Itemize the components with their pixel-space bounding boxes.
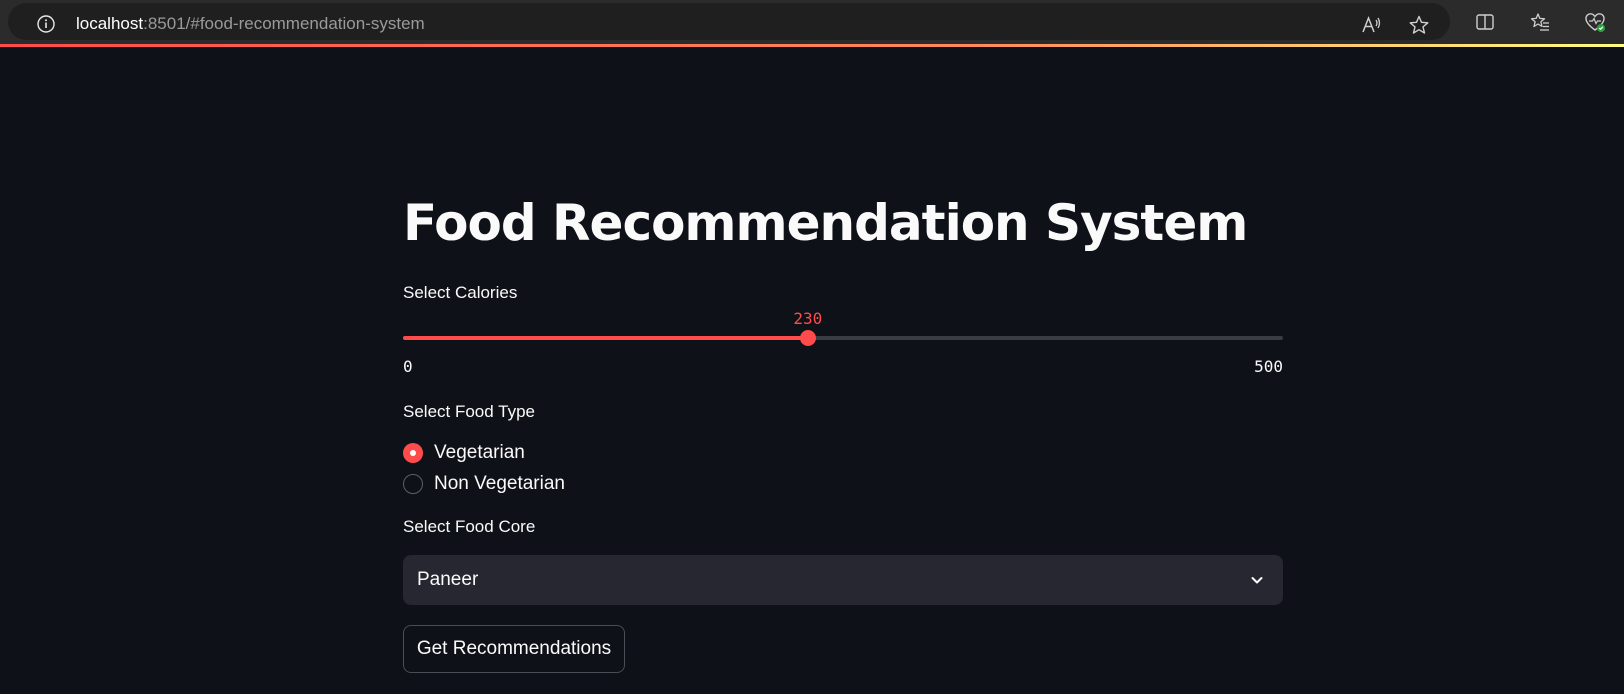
radio-label: Non Vegetarian (434, 473, 565, 494)
food-type-label: Select Food Type (403, 402, 535, 421)
food-core-select[interactable]: Paneer (403, 555, 1283, 605)
page-title: Food Recommendation System (403, 194, 1248, 252)
read-aloud-icon[interactable] (1360, 14, 1382, 36)
url-host: localhost (76, 14, 144, 33)
radio-option-vegetarian[interactable]: Vegetarian (403, 440, 525, 466)
favorites-icon[interactable] (1529, 11, 1551, 33)
browser-toolbar: localhost:8501/#food-recommendation-syst… (0, 0, 1624, 44)
get-recommendations-button[interactable]: Get Recommendations (403, 625, 625, 673)
radio-button[interactable] (403, 474, 423, 494)
browser-essentials-icon[interactable] (1584, 11, 1606, 33)
radio-option-non-vegetarian[interactable]: Non Vegetarian (403, 471, 565, 497)
slider-max-label: 500 (1254, 357, 1283, 376)
split-screen-icon[interactable] (1474, 11, 1496, 33)
favorite-star-icon[interactable] (1408, 14, 1430, 36)
url-path: :8501/#food-recommendation-system (143, 14, 425, 33)
select-value: Paneer (417, 569, 479, 590)
info-icon[interactable] (37, 15, 55, 33)
radio-label: Vegetarian (434, 442, 525, 463)
address-bar[interactable]: localhost:8501/#food-recommendation-syst… (8, 3, 1450, 40)
food-core-label: Select Food Core (403, 517, 536, 536)
header-decoration (0, 44, 1624, 47)
url-text[interactable]: localhost:8501/#food-recommendation-syst… (76, 14, 425, 34)
radio-button[interactable] (403, 443, 423, 463)
chevron-down-icon[interactable] (1249, 572, 1265, 588)
slider-value: 230 (793, 309, 823, 328)
calories-slider[interactable] (403, 330, 1283, 346)
calories-label: Select Calories (403, 283, 518, 302)
slider-thumb[interactable] (799, 330, 816, 346)
slider-fill (403, 336, 808, 340)
slider-min-label: 0 (403, 357, 413, 376)
